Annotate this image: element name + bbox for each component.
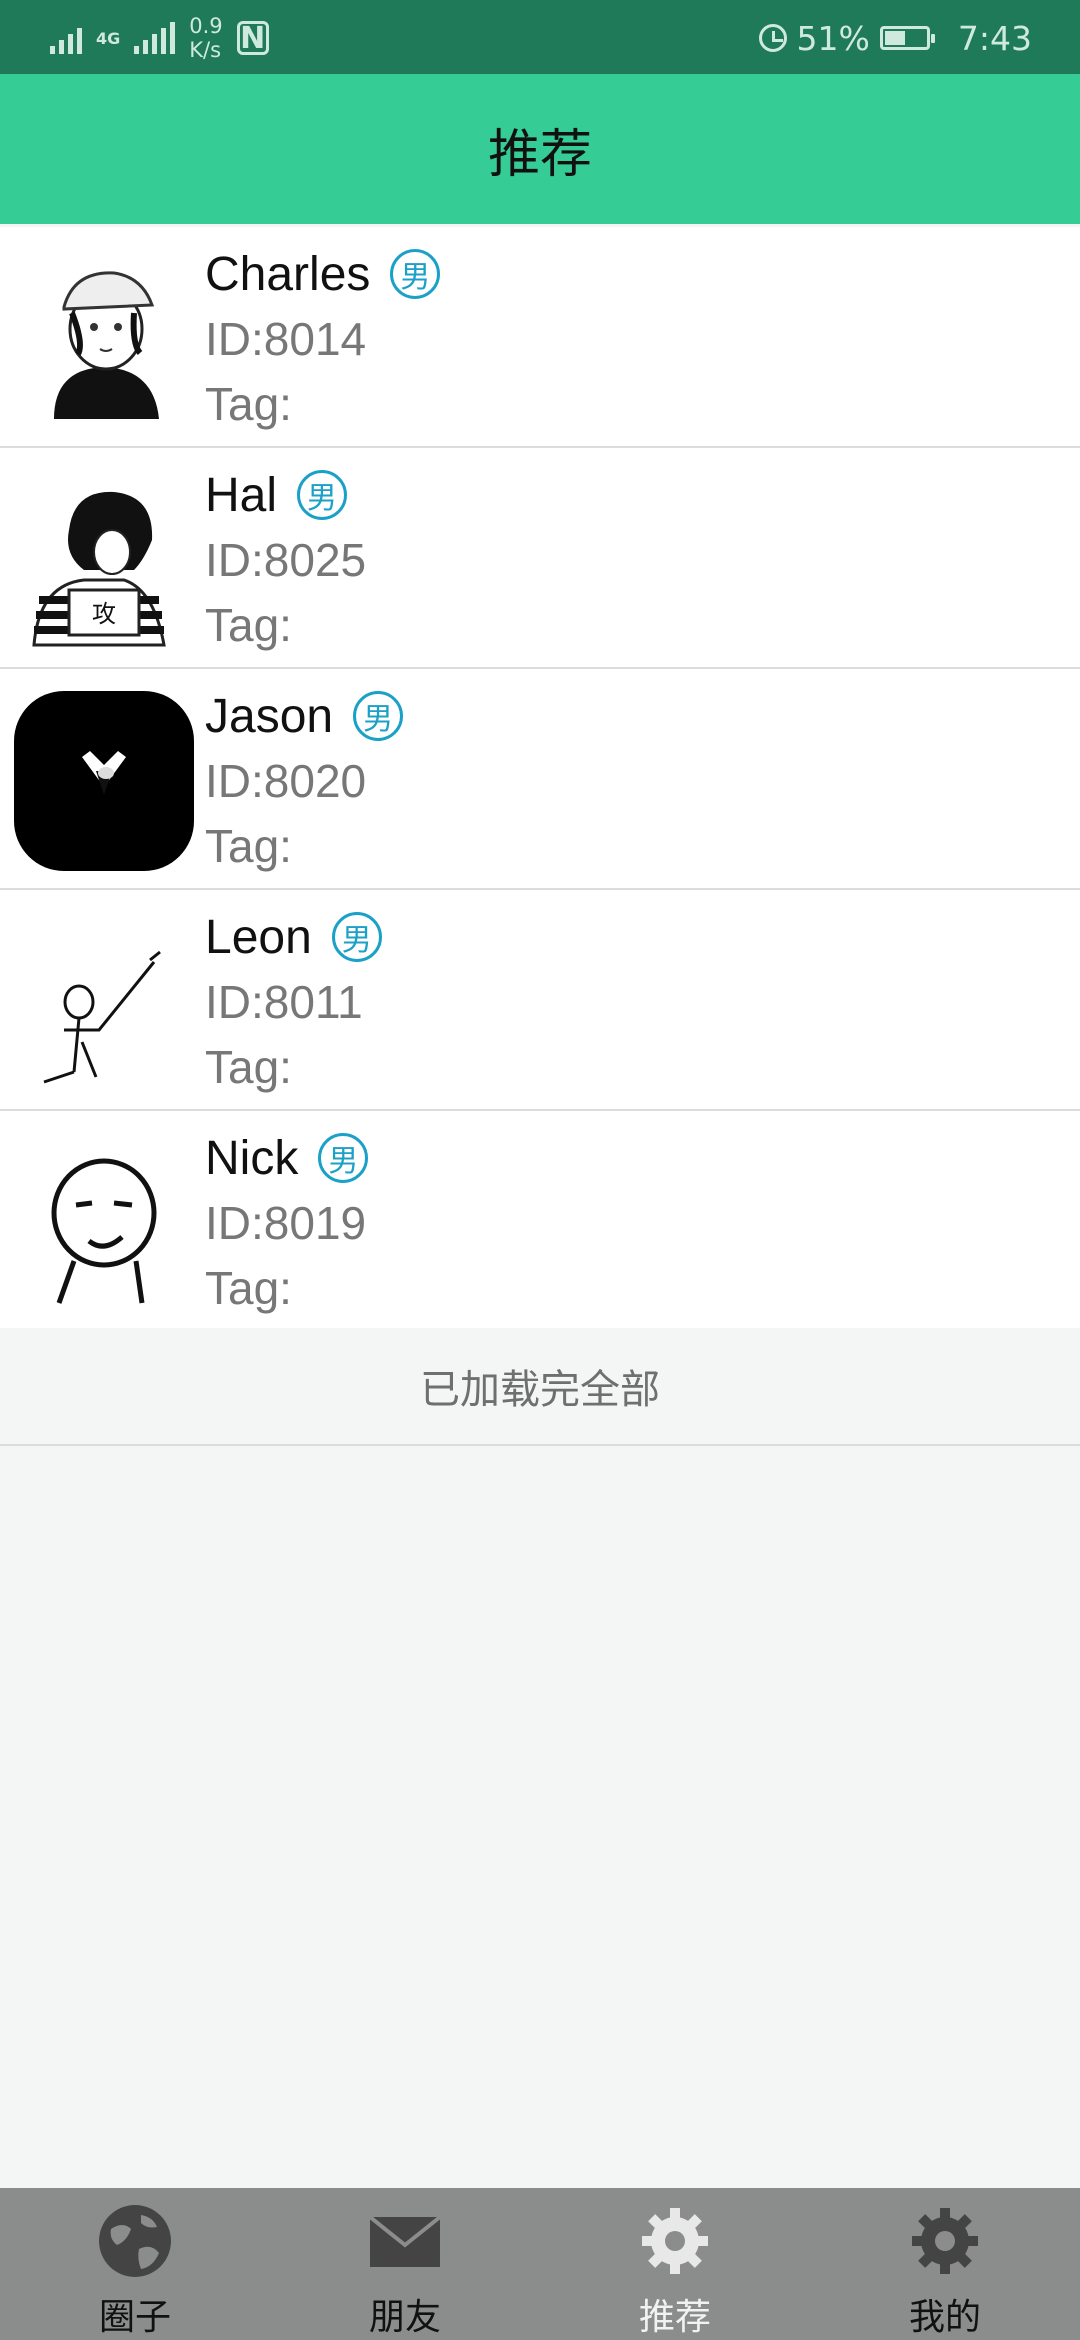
list-item[interactable]: Charles 男 ID:8014 Tag: bbox=[0, 227, 1080, 448]
nav-tab-circle[interactable]: 圈子 bbox=[0, 2188, 270, 2340]
avatar bbox=[14, 691, 194, 871]
user-name: Jason bbox=[205, 689, 334, 743]
user-tag: Tag: bbox=[205, 1262, 292, 1314]
gender-badge: 男 bbox=[318, 1133, 369, 1183]
list-end-message: 已加载完全部 bbox=[0, 1328, 1080, 1446]
signal-strength-icon bbox=[50, 22, 82, 54]
nav-tab-recommend[interactable]: 推荐 bbox=[540, 2188, 810, 2340]
nav-tab-mine[interactable]: 我的 bbox=[810, 2188, 1080, 2340]
envelope-icon bbox=[365, 2202, 445, 2280]
network-type: 4G bbox=[96, 28, 121, 48]
list-item[interactable]: 攻 Hal 男 ID:8025 Tag: bbox=[0, 448, 1080, 669]
avatar bbox=[51, 1158, 157, 1304]
user-name: Charles bbox=[205, 247, 371, 301]
gender-badge: 男 bbox=[331, 912, 382, 962]
user-id: ID:8011 bbox=[205, 976, 363, 1028]
list-item[interactable]: Leon 男 ID:8011 Tag: bbox=[0, 890, 1080, 1111]
avatar: 攻 bbox=[32, 491, 166, 647]
nfc-icon: N bbox=[236, 21, 269, 56]
avatar bbox=[54, 271, 159, 419]
user-id: ID:8019 bbox=[205, 1197, 367, 1249]
status-bar: 4G 0.9 K/s N 51% 7:43 bbox=[0, 0, 1080, 74]
globe-icon bbox=[95, 2202, 175, 2280]
list-item[interactable]: Nick 男 ID:8019 Tag: bbox=[0, 1111, 1080, 1332]
gear-icon bbox=[635, 2202, 715, 2280]
alarm-icon bbox=[758, 24, 787, 52]
network-speed: 0.9 K/s bbox=[189, 14, 223, 62]
user-id: ID:8014 bbox=[205, 313, 367, 365]
user-list: Charles 男 ID:8014 Tag: 攻 Hal 男 ID:8025 T… bbox=[0, 227, 1080, 1332]
battery-percent: 51% bbox=[796, 18, 870, 58]
nav-label: 我的 bbox=[908, 2297, 981, 2338]
gear-icon bbox=[905, 2202, 985, 2280]
bottom-nav: 圈子 朋友 推荐 我的 bbox=[0, 2188, 1080, 2340]
user-name: Leon bbox=[205, 910, 312, 964]
app-header: 推荐 bbox=[0, 74, 1080, 224]
user-name: Hal bbox=[205, 468, 278, 522]
signal-strength-icon-2 bbox=[134, 22, 176, 54]
user-id: ID:8025 bbox=[205, 534, 367, 586]
nav-label: 圈子 bbox=[98, 2297, 171, 2338]
page-title: 推荐 bbox=[487, 124, 592, 185]
user-tag: Tag: bbox=[205, 599, 292, 651]
nav-label: 朋友 bbox=[368, 2297, 441, 2338]
gender-badge: 男 bbox=[297, 470, 348, 520]
gender-badge: 男 bbox=[353, 691, 404, 741]
user-tag: Tag: bbox=[205, 378, 292, 430]
svg-text:攻: 攻 bbox=[92, 600, 116, 628]
nav-tab-friends[interactable]: 朋友 bbox=[270, 2188, 540, 2340]
battery-icon bbox=[879, 26, 935, 50]
user-tag: Tag: bbox=[205, 1041, 292, 1093]
user-name: Nick bbox=[205, 1131, 299, 1185]
user-id: ID:8020 bbox=[205, 755, 367, 807]
gender-badge: 男 bbox=[390, 249, 441, 299]
list-item[interactable]: Jason 男 ID:8020 Tag: bbox=[0, 669, 1080, 890]
clock: 7:43 bbox=[957, 18, 1032, 58]
nav-label: 推荐 bbox=[638, 2297, 711, 2338]
avatar bbox=[43, 950, 161, 1084]
user-tag: Tag: bbox=[205, 820, 292, 872]
